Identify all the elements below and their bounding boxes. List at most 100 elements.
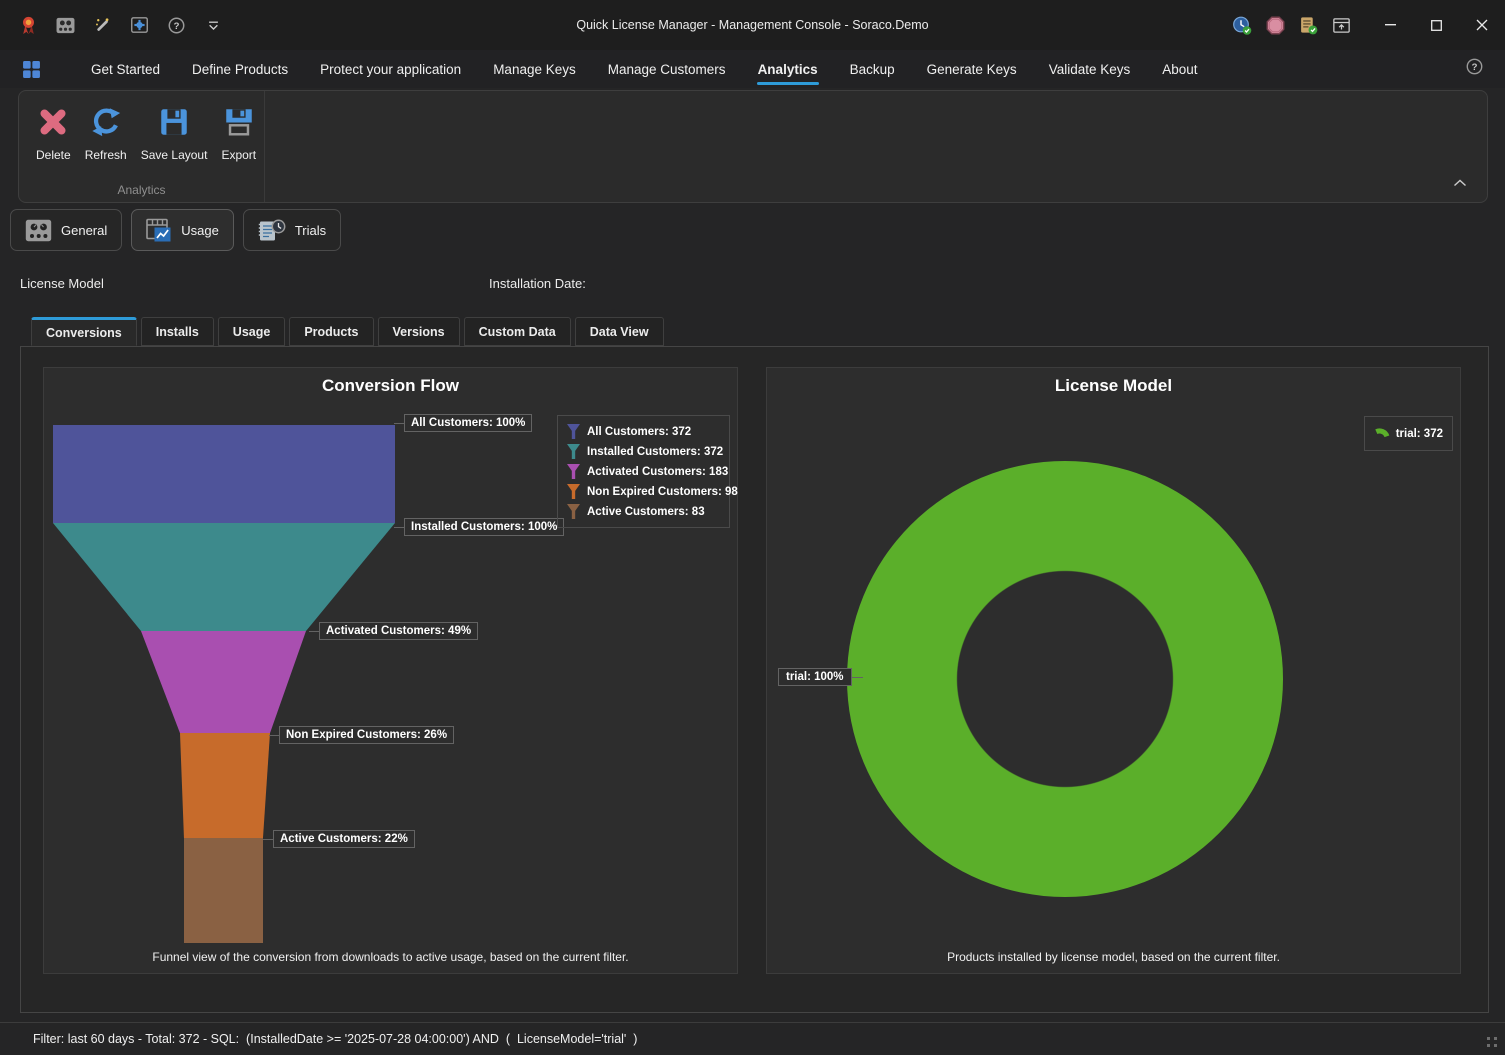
legend-item: Installed Customers: 372 (567, 444, 720, 459)
donut-slice-trial (847, 461, 1283, 897)
conversion-flow-panel: Conversion Flow All Customers: 100% Inst… (43, 367, 738, 974)
menu-label: Validate Keys (1049, 62, 1131, 77)
collapse-ribbon-chevron-icon[interactable] (1449, 174, 1471, 192)
chart-caption: Funnel view of the conversion from downl… (44, 950, 737, 964)
panel-layout-icon[interactable] (1331, 15, 1351, 35)
menu-item-define-products[interactable]: Define Products (176, 50, 304, 88)
funnel-callout: Installed Customers: 100% (404, 518, 564, 536)
apps-grid-icon[interactable] (22, 60, 41, 79)
donut-callout: trial: 100% (778, 668, 852, 686)
view-tab-label: General (61, 223, 107, 238)
menubar: Get Started Define Products Protect your… (0, 50, 1505, 88)
report-tab-data-view[interactable]: Data View (575, 317, 664, 346)
funnel-swatch-icon (567, 464, 580, 479)
ribbon-panel: Delete Refresh Save Layout Export (18, 90, 1488, 203)
menu-item-manage-keys[interactable]: Manage Keys (477, 50, 592, 88)
tab-general[interactable]: General (10, 209, 122, 251)
titlebar: ? Quick License Manager - Management Con… (0, 0, 1505, 50)
report-tab-installs[interactable]: Installs (141, 317, 214, 346)
ribbon-buttons: Delete Refresh Save Layout Export (19, 91, 264, 164)
tab-trials[interactable]: Trials (243, 209, 341, 251)
report-tab-conversions[interactable]: Conversions (31, 317, 137, 346)
report-tab-versions[interactable]: Versions (378, 317, 460, 346)
license-model-label: License Model (20, 276, 104, 291)
refresh-button[interactable]: Refresh (78, 101, 134, 164)
installation-date-label: Installation Date: (489, 276, 586, 291)
customize-toolbar-chevron-icon[interactable] (203, 15, 223, 35)
funnel-segment-all-customers (53, 425, 395, 523)
status-bar: Filter: last 60 days - Total: 372 - SQL:… (0, 1022, 1505, 1055)
save-layout-button[interactable]: Save Layout (134, 101, 215, 164)
close-button[interactable] (1459, 0, 1505, 50)
menu-item-get-started[interactable]: Get Started (75, 50, 176, 88)
ribbon-group-label: Analytics (19, 183, 264, 197)
menu-label: About (1162, 62, 1197, 77)
menu-label: Manage Keys (493, 62, 576, 77)
help-circle-icon[interactable]: ? (166, 15, 186, 35)
dashboard-gauges-icon (25, 219, 52, 242)
menu-item-protect-your-application[interactable]: Protect your application (304, 50, 477, 88)
filter-bar: License Model trial Installation Date: l… (0, 262, 1505, 307)
trials-notes-clock-icon (258, 218, 286, 243)
funnel-swatch-icon (567, 484, 580, 499)
menu-item-about[interactable]: About (1146, 50, 1213, 88)
legend-label: Activated Customers: 183 (587, 466, 728, 478)
maximize-button[interactable] (1413, 0, 1459, 50)
products-dashboard-icon[interactable] (55, 15, 75, 35)
ribbon-help-icon[interactable]: ? (1466, 58, 1483, 75)
stop-octagon-icon[interactable] (1265, 15, 1285, 35)
funnel-swatch-icon (567, 504, 580, 519)
tab-usage[interactable]: Usage (131, 209, 234, 251)
funnel-legend: All Customers: 372 Installed Customers: … (557, 415, 730, 528)
menu-label: Manage Customers (608, 62, 726, 77)
delete-button[interactable]: Delete (29, 101, 78, 164)
menu-label: Protect your application (320, 62, 461, 77)
wizard-wand-icon[interactable] (92, 15, 112, 35)
settings-gear-icon[interactable] (129, 15, 149, 35)
minimize-button[interactable] (1367, 0, 1413, 50)
funnel-swatch-icon (567, 444, 580, 459)
menu-item-manage-customers[interactable]: Manage Customers (592, 50, 742, 88)
svg-text:?: ? (1472, 62, 1478, 73)
titlebar-status-icons (1232, 15, 1351, 35)
funnel-segment-activated-customers (141, 631, 306, 733)
pie-arc-swatch-icon (1374, 425, 1390, 442)
export-floppy-icon (222, 103, 256, 141)
menu-item-analytics[interactable]: Analytics (742, 50, 834, 88)
app-logo-ribbon-icon (18, 15, 38, 35)
view-tab-label: Trials (295, 223, 326, 238)
tasks-check-icon[interactable] (1298, 15, 1318, 35)
legend-label: Installed Customers: 372 (587, 446, 723, 458)
menu-item-backup[interactable]: Backup (834, 50, 911, 88)
legend-label: Non Expired Customers: 98 (587, 486, 738, 498)
funnel-segment-non-expired-customers (180, 733, 270, 838)
menu-item-generate-keys[interactable]: Generate Keys (911, 50, 1033, 88)
funnel-callout: Activated Customers: 49% (319, 622, 478, 640)
resize-grip[interactable] (1487, 1037, 1498, 1048)
license-clock-check-icon[interactable] (1232, 15, 1252, 35)
view-tabs: General Usage Trials (10, 209, 341, 251)
menu-label: Analytics (758, 62, 818, 77)
menu-item-validate-keys[interactable]: Validate Keys (1033, 50, 1147, 88)
chart-title: Conversion Flow (44, 376, 737, 396)
menu-label: Define Products (192, 62, 288, 77)
funnel-segment-installed-customers (53, 523, 395, 631)
legend-item: Active Customers: 83 (567, 504, 720, 519)
titlebar-right (1232, 0, 1505, 50)
delete-cross-icon (36, 103, 70, 141)
legend-item: Activated Customers: 183 (567, 464, 720, 479)
ribbon-button-label: Save Layout (141, 148, 208, 162)
report-tab-usage[interactable]: Usage (218, 317, 286, 346)
export-button[interactable]: Export (214, 101, 263, 164)
pie-legend: trial: 372 (1364, 416, 1453, 451)
refresh-arrows-icon (89, 103, 123, 141)
report-tabs: Conversions Installs Usage Products Vers… (31, 317, 668, 346)
content-frame: Conversion Flow All Customers: 100% Inst… (20, 346, 1489, 1013)
license-model-panel: License Model trial: 100% trial: 372 Pro… (766, 367, 1461, 974)
funnel-callout: Non Expired Customers: 26% (279, 726, 454, 744)
ribbon-button-label: Refresh (85, 148, 127, 162)
filter-sql-status-text: Filter: last 60 days - Total: 372 - SQL:… (33, 1032, 637, 1046)
report-tab-custom-data[interactable]: Custom Data (464, 317, 571, 346)
report-tab-products[interactable]: Products (289, 317, 373, 346)
titlebar-left-icons: ? (0, 15, 223, 35)
